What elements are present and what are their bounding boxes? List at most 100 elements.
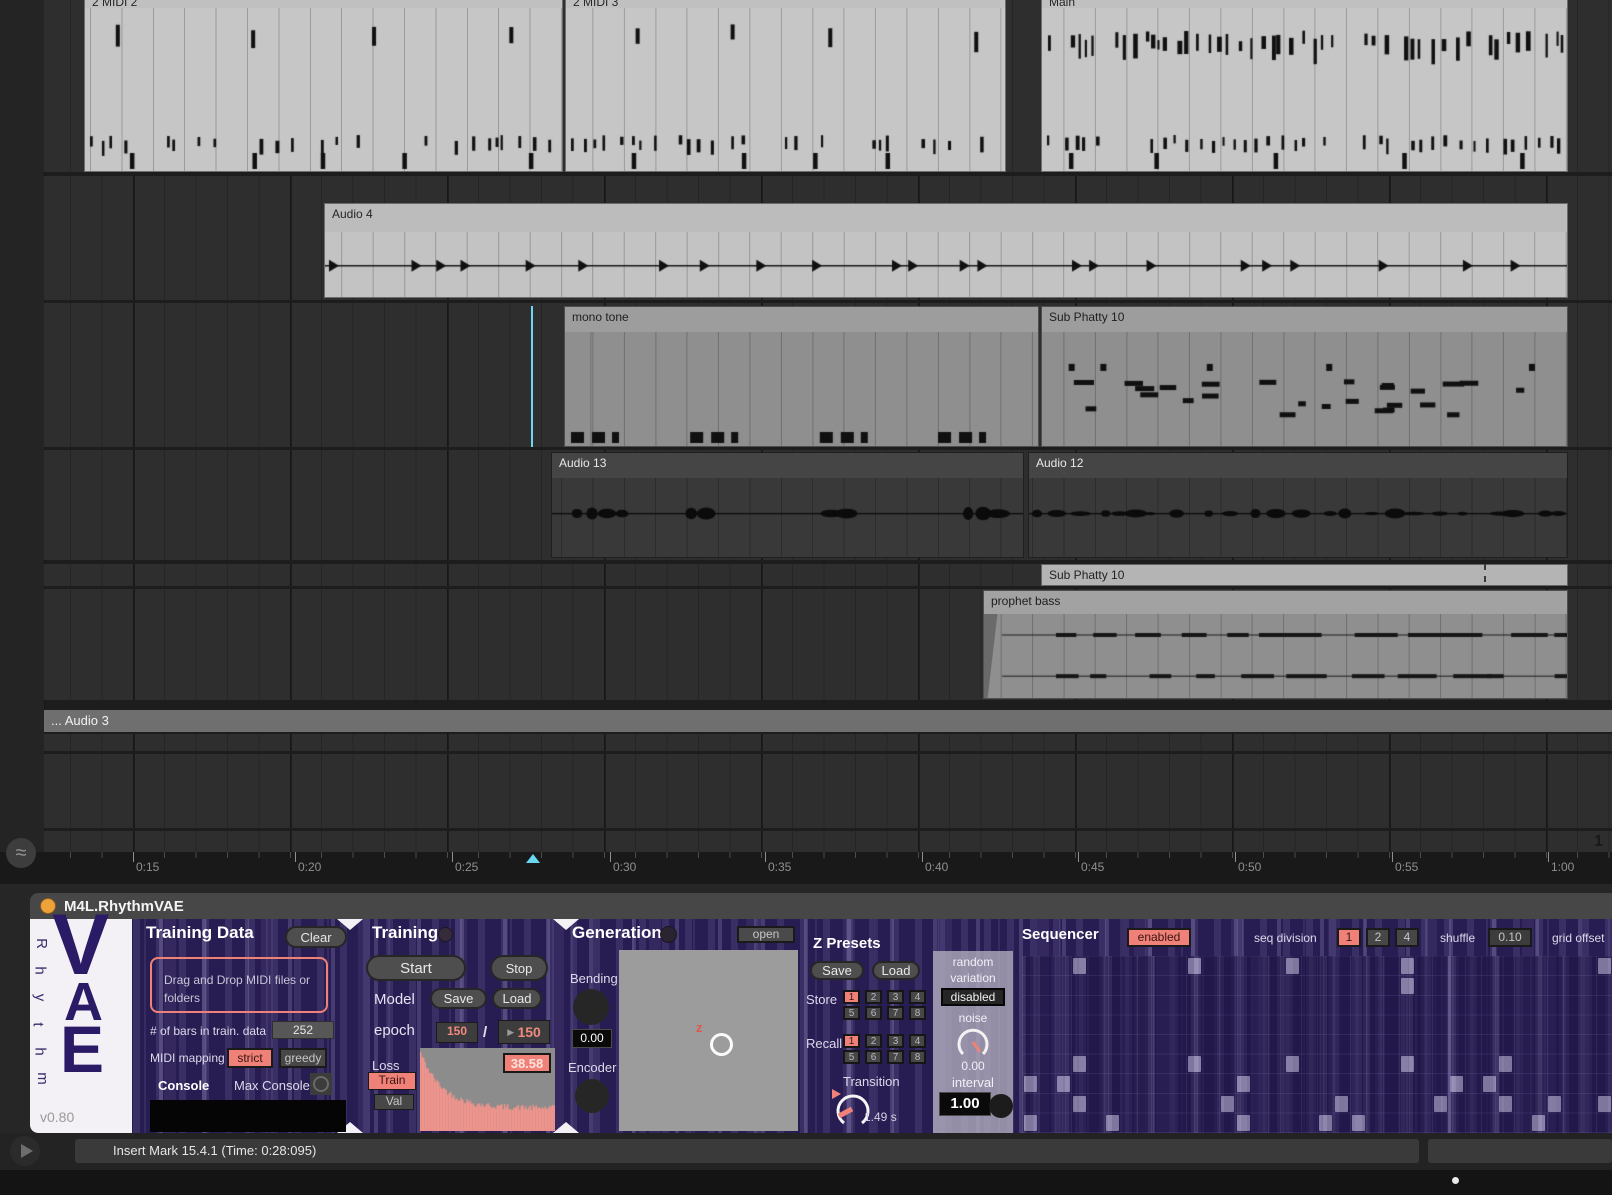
track-lane[interactable] <box>44 734 1612 751</box>
clip-prophet-bass[interactable]: prophet bass <box>983 590 1568 699</box>
random-variation-state-button[interactable]: disabled <box>941 988 1005 1006</box>
seq-step-active[interactable] <box>1483 1076 1496 1092</box>
epoch-total-box[interactable]: ▶ 150 <box>498 1020 550 1044</box>
noise-value[interactable]: 0.00 <box>933 1059 1013 1073</box>
loss-val-button[interactable]: Val <box>374 1094 414 1110</box>
seq-step-active[interactable] <box>1057 1076 1070 1092</box>
seq-step-active[interactable] <box>1598 958 1611 974</box>
sequencer-enabled-button[interactable]: enabled <box>1127 928 1191 947</box>
seq-step-active[interactable] <box>1286 958 1299 974</box>
z-cursor-icon[interactable] <box>710 1033 733 1056</box>
seq-step-active[interactable] <box>1024 1076 1037 1092</box>
epoch-current-value[interactable]: 150 <box>436 1022 478 1043</box>
recall-slot-6[interactable]: 6 <box>865 1050 882 1064</box>
recall-slot-8[interactable]: 8 <box>909 1050 926 1064</box>
bending-value[interactable]: 0.00 <box>572 1029 612 1048</box>
noise-knob[interactable] <box>954 1025 992 1059</box>
recall-slot-2[interactable]: 2 <box>865 1034 882 1048</box>
seq-step-active[interactable] <box>1450 1076 1463 1092</box>
clip-main[interactable]: Main <box>1041 0 1568 172</box>
seq-step-active[interactable] <box>1237 1076 1250 1092</box>
seq-division-4[interactable]: 4 <box>1395 928 1419 947</box>
interval-value[interactable]: 1.00 <box>939 1092 991 1116</box>
seq-division-1[interactable]: 1 <box>1337 928 1361 947</box>
z-load-button[interactable]: Load <box>872 961 920 980</box>
seq-step-active[interactable] <box>1434 1096 1447 1112</box>
store-slot-7[interactable]: 7 <box>887 1006 904 1020</box>
seq-step-active[interactable] <box>1286 1056 1299 1072</box>
seq-step-active[interactable] <box>1598 1096 1611 1112</box>
model-load-button[interactable]: Load <box>492 988 542 1009</box>
seq-step-active[interactable] <box>1548 1096 1561 1112</box>
midi-dropzone[interactable]: Drag and Drop MIDI files or folders <box>150 957 328 1013</box>
seq-step-active[interactable] <box>1073 1096 1086 1112</box>
seq-division-2[interactable]: 2 <box>1366 928 1390 947</box>
seq-step-active[interactable] <box>1073 1056 1086 1072</box>
model-save-button[interactable]: Save <box>430 988 487 1009</box>
max-console-toggle[interactable] <box>310 1073 332 1095</box>
seq-step-active[interactable] <box>1335 1096 1348 1112</box>
loss-train-button[interactable]: Train <box>368 1072 416 1090</box>
clear-button[interactable]: Clear <box>285 926 347 948</box>
play-badge[interactable] <box>10 1136 40 1166</box>
clip-sub-phatty-10[interactable]: Sub Phatty 10 <box>1041 564 1568 586</box>
mapping-strict-button[interactable]: strict <box>227 1048 273 1068</box>
open-button[interactable]: open <box>737 926 795 943</box>
recall-slot-7[interactable]: 7 <box>887 1050 904 1064</box>
recall-slot-3[interactable]: 3 <box>887 1034 904 1048</box>
clip-2-midi-3[interactable]: 2 MIDI 3 <box>565 0 1006 172</box>
store-slot-6[interactable]: 6 <box>865 1006 882 1020</box>
z-save-button[interactable]: Save <box>810 961 864 980</box>
loss-value[interactable]: 38.58 <box>503 1053 551 1073</box>
arrangement-view[interactable]: ... Audio 3 2 MIDI 22 MIDI 3Main Audio 4mo… <box>0 0 1612 852</box>
clip-audio-4[interactable]: Audio 4 <box>324 203 1568 298</box>
clip-2-midi-2[interactable]: 2 MIDI 2 <box>84 0 563 172</box>
recall-slot-5[interactable]: 5 <box>843 1050 860 1064</box>
seq-step-active[interactable] <box>1499 1056 1512 1072</box>
sequencer-grid[interactable] <box>1022 956 1612 1133</box>
seq-step-active[interactable] <box>1499 1096 1512 1112</box>
collapsed-track-audio3[interactable]: ... Audio 3 <box>44 710 1612 732</box>
store-slot-4[interactable]: 4 <box>909 990 926 1004</box>
seq-step-active[interactable] <box>1237 1115 1250 1131</box>
seq-step-active[interactable] <box>1319 1115 1332 1131</box>
store-slot-8[interactable]: 8 <box>909 1006 926 1020</box>
recall-slot-1[interactable]: 1 <box>843 1034 860 1048</box>
clip-audio-13[interactable]: Audio 13 <box>551 452 1024 558</box>
shuffle-value[interactable]: 0.10 <box>1488 928 1532 947</box>
z-xy-pad[interactable]: z <box>619 950 798 1131</box>
seq-step-active[interactable] <box>1024 1115 1037 1131</box>
encoder-knob[interactable] <box>575 1079 609 1113</box>
seq-step-active[interactable] <box>1188 1056 1201 1072</box>
insert-marker-icon[interactable] <box>526 854 540 863</box>
stop-button[interactable]: Stop <box>490 955 548 981</box>
seq-step-active[interactable] <box>1188 958 1201 974</box>
store-slot-5[interactable]: 5 <box>843 1006 860 1020</box>
mapping-greedy-button[interactable]: greedy <box>279 1048 327 1068</box>
time-ruler-mode-icon[interactable]: ≈ <box>6 838 36 868</box>
seq-step-active[interactable] <box>1352 1115 1365 1131</box>
time-ruler[interactable]: ≈ 0:150:200:250:300:350:400:450:500:551:… <box>0 852 1612 884</box>
seq-step-active[interactable] <box>1401 978 1414 994</box>
start-button[interactable]: Start <box>366 955 466 981</box>
store-slot-1[interactable]: 1 <box>843 990 860 1004</box>
bending-knob[interactable] <box>573 989 609 1025</box>
clip-audio-12[interactable]: Audio 12 <box>1028 452 1568 558</box>
clip-mono-tone[interactable]: mono tone <box>564 306 1039 447</box>
store-slot-2[interactable]: 2 <box>865 990 882 1004</box>
interval-knob[interactable] <box>989 1094 1013 1118</box>
recall-slot-4[interactable]: 4 <box>909 1034 926 1048</box>
track-lane[interactable] <box>44 831 1612 852</box>
bars-value[interactable]: 252 <box>272 1021 334 1039</box>
store-slot-3[interactable]: 3 <box>887 990 904 1004</box>
track-lane[interactable] <box>44 754 1612 828</box>
seq-step-active[interactable] <box>1106 1115 1119 1131</box>
seq-step-active[interactable] <box>1221 1096 1234 1112</box>
clip-sub-phatty-10[interactable]: Sub Phatty 10 <box>1041 306 1568 447</box>
seq-step-active[interactable] <box>1532 1115 1545 1131</box>
seq-step-active[interactable] <box>1401 1056 1414 1072</box>
device-title-bar[interactable]: M4L.RhythmVAE <box>30 893 1612 919</box>
transition-value[interactable]: 1.49 s <box>864 1110 897 1124</box>
seq-step-active[interactable] <box>1401 958 1414 974</box>
seq-step-active[interactable] <box>1073 958 1086 974</box>
